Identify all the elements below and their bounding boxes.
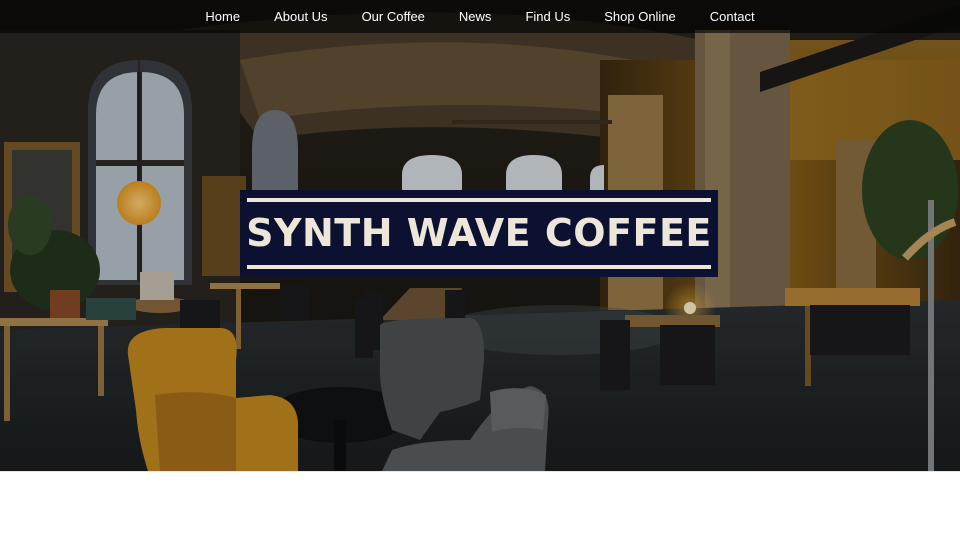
nav-about-us[interactable]: About Us bbox=[257, 0, 344, 33]
main-navigation: Home About Us Our Coffee News Find Us Sh… bbox=[0, 0, 960, 33]
nav-home[interactable]: Home bbox=[188, 0, 257, 33]
nav-our-coffee[interactable]: Our Coffee bbox=[345, 0, 442, 33]
nav-find-us[interactable]: Find Us bbox=[508, 0, 587, 33]
site-title: SYNTH WAVE COFFEE bbox=[246, 211, 712, 255]
banner-top-rule bbox=[247, 198, 711, 202]
nav-shop-online[interactable]: Shop Online bbox=[587, 0, 693, 33]
nav-news[interactable]: News bbox=[442, 0, 509, 33]
nav-contact[interactable]: Contact bbox=[693, 0, 772, 33]
site-title-banner: SYNTH WAVE COFFEE bbox=[240, 190, 718, 277]
hero-section: Home About Us Our Coffee News Find Us Sh… bbox=[0, 0, 960, 471]
content-area bbox=[0, 471, 960, 540]
banner-bottom-rule bbox=[247, 265, 711, 269]
